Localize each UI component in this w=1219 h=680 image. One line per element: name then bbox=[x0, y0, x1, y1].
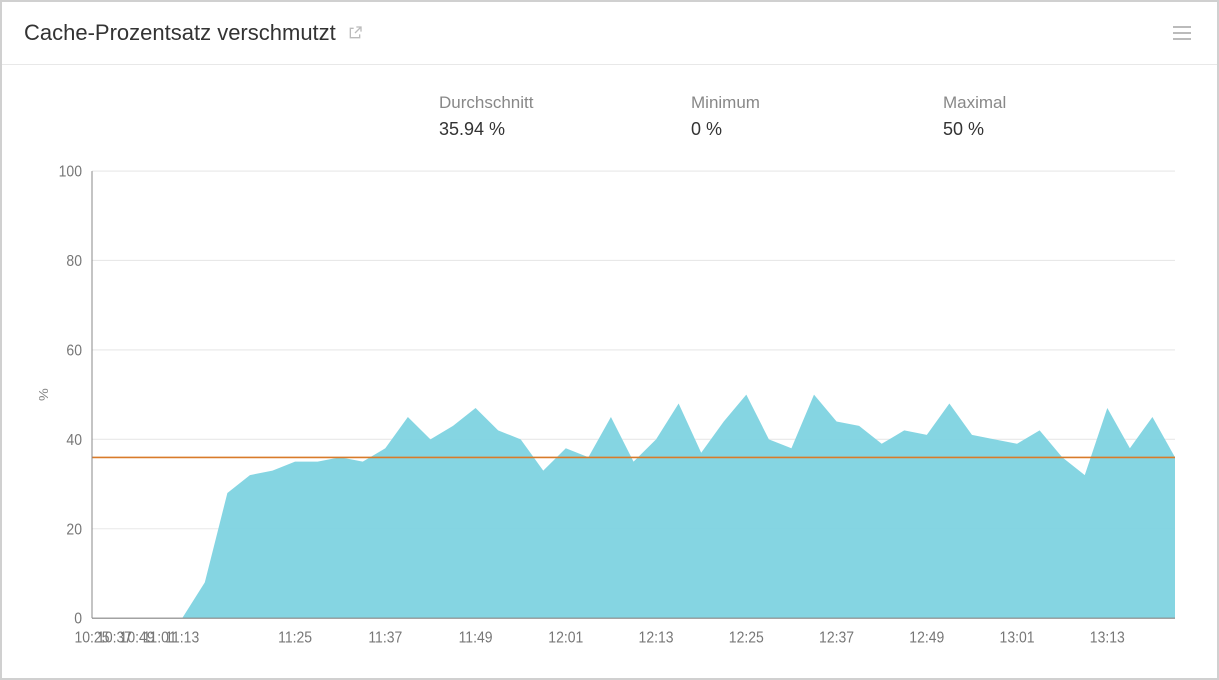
svg-text:%: % bbox=[37, 388, 51, 401]
stats-row: Durchschnitt 35.94 % Minimum 0 % Maximal… bbox=[2, 65, 1217, 150]
panel-header: Cache-Prozentsatz verschmutzt bbox=[2, 2, 1217, 65]
svg-text:12:01: 12:01 bbox=[548, 630, 583, 647]
svg-text:60: 60 bbox=[66, 343, 82, 360]
svg-text:40: 40 bbox=[66, 432, 82, 449]
stat-value: 35.94 % bbox=[439, 119, 691, 140]
svg-text:80: 80 bbox=[66, 253, 82, 270]
svg-text:12:13: 12:13 bbox=[639, 630, 674, 647]
stat-minimum: Minimum 0 % bbox=[691, 93, 943, 140]
stat-maximum: Maximal 50 % bbox=[943, 93, 1195, 140]
title-text: Cache-Prozentsatz verschmutzt bbox=[24, 20, 336, 46]
svg-text:13:01: 13:01 bbox=[1000, 630, 1035, 647]
external-link-icon[interactable] bbox=[346, 24, 364, 42]
stat-value: 0 % bbox=[691, 119, 943, 140]
svg-text:20: 20 bbox=[66, 522, 82, 539]
svg-text:12:25: 12:25 bbox=[729, 630, 764, 647]
panel-title: Cache-Prozentsatz verschmutzt bbox=[24, 20, 364, 46]
svg-text:12:49: 12:49 bbox=[909, 630, 944, 647]
svg-text:11:13: 11:13 bbox=[165, 630, 199, 647]
svg-text:11:49: 11:49 bbox=[459, 630, 493, 647]
stat-label: Durchschnitt bbox=[439, 93, 691, 113]
stat-label: Minimum bbox=[691, 93, 943, 113]
svg-text:100: 100 bbox=[59, 164, 82, 181]
svg-text:11:25: 11:25 bbox=[278, 630, 312, 647]
area-chart[interactable]: 020406080100%10:2510:3710:4911:0111:1311… bbox=[32, 160, 1187, 658]
stat-value: 50 % bbox=[943, 119, 1195, 140]
stat-label: Maximal bbox=[943, 93, 1195, 113]
svg-text:11:37: 11:37 bbox=[368, 630, 402, 647]
svg-text:12:37: 12:37 bbox=[819, 630, 854, 647]
chart-container: 020406080100%10:2510:3710:4911:0111:1311… bbox=[2, 150, 1217, 678]
menu-icon[interactable] bbox=[1169, 22, 1195, 44]
chart-panel: Cache-Prozentsatz verschmutzt Durchschni… bbox=[2, 2, 1217, 678]
stat-average: Durchschnitt 35.94 % bbox=[439, 93, 691, 140]
svg-text:0: 0 bbox=[74, 611, 82, 628]
svg-text:13:13: 13:13 bbox=[1090, 630, 1125, 647]
